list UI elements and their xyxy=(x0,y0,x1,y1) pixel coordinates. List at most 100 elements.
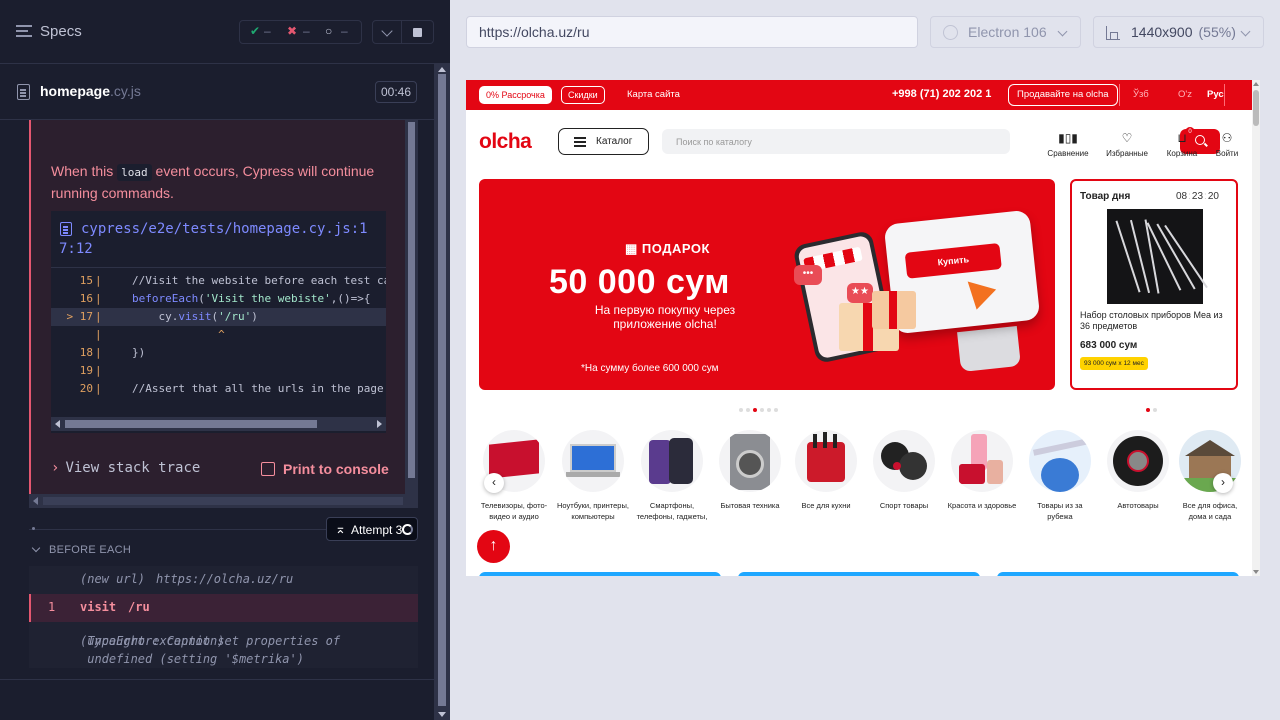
scroll-to-top-button[interactable]: ↑ xyxy=(477,530,510,563)
lang-uz-cyrillic[interactable]: Ўзб xyxy=(1133,89,1149,100)
code-frame-path[interactable]: cypress/e2e/tests/homepage.cy.js:17:12 xyxy=(51,211,386,267)
chat-bubble-icon: ★★ xyxy=(847,283,873,303)
category-appliances[interactable]: Бытовая техника xyxy=(714,430,786,512)
category-smartphones[interactable]: Смартфоны, телефоны, гаджеты, xyxy=(636,430,708,522)
promo-card[interactable] xyxy=(479,572,721,576)
stop-button[interactable] xyxy=(402,20,434,44)
electron-icon xyxy=(943,25,958,40)
category-laptops[interactable]: Ноутбуки, принтеры, компьютеры xyxy=(557,430,629,522)
sitemap-link[interactable]: Карта сайта xyxy=(627,89,680,100)
attempt-tag[interactable]: ⌅ Attempt 3 xyxy=(326,517,418,541)
code-line: 18 |}) xyxy=(79,346,146,359)
category-home-office[interactable]: Все для офиса, дома и сада xyxy=(1174,430,1246,522)
cart-button[interactable]: ⊔ 0 Корзина xyxy=(1160,127,1204,158)
divider xyxy=(1119,84,1120,106)
error-vertical-scrollbar[interactable] xyxy=(405,120,418,508)
failed-count: – xyxy=(303,24,310,38)
deal-price: 683 000 сум xyxy=(1080,340,1138,351)
hook-before-each[interactable]: BEFORE EACH xyxy=(29,543,131,556)
compare-button[interactable]: ▮▯▮ Сравнение xyxy=(1046,130,1090,158)
login-button[interactable]: ⚇ Войти xyxy=(1205,130,1249,158)
banner-note: *На сумму более 600 000 сум xyxy=(581,363,719,374)
view-stack-trace-toggle[interactable]: › View stack trace xyxy=(51,460,200,476)
divider-dot xyxy=(32,527,35,530)
viewport-icon xyxy=(1106,26,1120,40)
command-new-url[interactable]: (new url) https://olcha.uz/ru xyxy=(29,566,418,594)
code-line: 15 |//Visit the website before each test … xyxy=(79,274,386,287)
category-import[interactable]: Товары из за рубежа xyxy=(1024,430,1096,522)
divider xyxy=(1224,84,1225,106)
category-sports[interactable]: Спорт товары xyxy=(868,430,940,512)
catalog-button[interactable]: Каталог xyxy=(558,128,649,155)
specs-list-icon[interactable] xyxy=(16,25,32,39)
code-line: | ^ xyxy=(95,328,225,341)
cutlery-image xyxy=(1107,209,1208,304)
collapse-icon: ⌅ xyxy=(335,521,346,536)
error-horizontal-scrollbar[interactable] xyxy=(29,494,418,508)
test-stats: ✔ – ✖ – ○ – xyxy=(239,20,362,44)
deal-pagination[interactable] xyxy=(1146,399,1160,412)
phone-number[interactable]: +998 (71) 202 202 1 xyxy=(892,88,991,100)
aut-vertical-scrollbar[interactable] xyxy=(1252,80,1260,576)
browser-name: Electron 106 xyxy=(968,24,1047,40)
print-to-console-button[interactable]: Print to console xyxy=(261,461,389,477)
deal-installment: 93 000 сум x 12 мес xyxy=(1080,357,1148,370)
specs-header: Specs ✔ – ✖ – ○ – xyxy=(0,0,450,64)
lang-ru[interactable]: Рус xyxy=(1207,89,1224,100)
discounts-link[interactable]: Скидки xyxy=(561,86,605,104)
command-visit[interactable]: 1 visit /ru xyxy=(29,594,418,622)
spec-file-row[interactable]: homepage.cy.js 00:46 xyxy=(0,64,434,120)
spinner-icon xyxy=(402,524,413,535)
code-frame: cypress/e2e/tests/homepage.cy.js:17:12 1… xyxy=(51,211,386,433)
deal-title: Товар дня xyxy=(1080,191,1131,202)
installment-link[interactable]: 0% Рассрочка xyxy=(479,86,552,104)
lang-uz-latin[interactable]: O'z xyxy=(1178,89,1192,100)
category-kitchen[interactable]: Все для кухни xyxy=(790,430,862,512)
olcha-logo[interactable]: olcha xyxy=(479,130,532,154)
reporter-vertical-scrollbar[interactable] xyxy=(434,64,450,720)
promo-banner[interactable]: ▦ ПОДАРОК 50 000 сум На первую покупку ч… xyxy=(479,179,1055,390)
cypress-reporter: Specs ✔ – ✖ – ○ – homepage.cy.js 00:46 W… xyxy=(0,0,450,720)
banner-pagination[interactable] xyxy=(739,399,781,412)
code-horizontal-scrollbar[interactable] xyxy=(51,417,386,431)
spec-file-name: homepage.cy.js xyxy=(40,83,141,99)
promo-card[interactable] xyxy=(738,572,980,576)
gift-box-illustration xyxy=(872,291,916,329)
categories-next-button[interactable]: › xyxy=(1213,473,1233,493)
passed-count: – xyxy=(264,24,271,38)
command-uncaught-exception[interactable]: (uncaught exception) TypeError: Cannot s… xyxy=(29,622,418,668)
passed-icon: ✔ xyxy=(250,24,261,38)
category-auto[interactable]: Автотовары xyxy=(1102,430,1174,512)
user-icon: ⚇ xyxy=(1221,131,1233,145)
terminal-icon xyxy=(261,462,275,476)
chevron-down-icon xyxy=(1240,26,1251,37)
code-line-highlighted: > 17 | cy.visit('/ru') xyxy=(51,308,386,326)
site-topbar: 0% Рассрочка Скидки Карта сайта +998 (71… xyxy=(466,80,1252,110)
search-input[interactable] xyxy=(662,129,982,154)
url-bar[interactable]: https://olcha.uz/ru xyxy=(466,16,918,48)
specs-label[interactable]: Specs xyxy=(40,23,82,40)
search-box xyxy=(662,129,1220,154)
divider xyxy=(0,679,434,680)
promo-card[interactable] xyxy=(997,572,1239,576)
viewport-selector[interactable]: 1440x900 (55%) xyxy=(1093,16,1264,48)
cursor-icon xyxy=(957,271,997,310)
banner-gift-label: ▦ ПОДАРОК xyxy=(625,241,710,256)
banner-subtitle: На первую покупку через приложение olcha… xyxy=(594,303,736,331)
chat-bubble-icon: ••• xyxy=(794,265,822,285)
file-path-link[interactable]: cypress/e2e/tests/homepage.cy.js:17:12 xyxy=(59,219,379,259)
pending-icon: ○ xyxy=(325,24,333,38)
category-beauty[interactable]: Красота и здоровье xyxy=(946,430,1018,512)
code-line: 16 | beforeEach('Visit the webiste',()=>{ xyxy=(79,292,371,305)
aut-panel: https://olcha.uz/ru Electron 106 1440x90… xyxy=(450,0,1280,720)
collapse-button[interactable] xyxy=(372,20,402,44)
deal-timer: 08:23:20 xyxy=(1176,191,1219,202)
deal-of-day-card[interactable]: Товар дня 08:23:20 Набор столовых прибор… xyxy=(1070,179,1238,390)
categories-prev-button[interactable]: ‹ xyxy=(484,473,504,493)
sell-on-olcha-button[interactable]: Продавайте на olcha xyxy=(1008,84,1118,106)
exception-text: (uncaught exception) TypeError: Cannot s… xyxy=(80,634,341,666)
monitor-stand xyxy=(957,325,1021,373)
favorites-button[interactable]: ♡ Избранные xyxy=(1105,130,1149,158)
banner-amount: 50 000 сум xyxy=(549,263,730,301)
browser-selector[interactable]: Electron 106 xyxy=(930,16,1081,48)
